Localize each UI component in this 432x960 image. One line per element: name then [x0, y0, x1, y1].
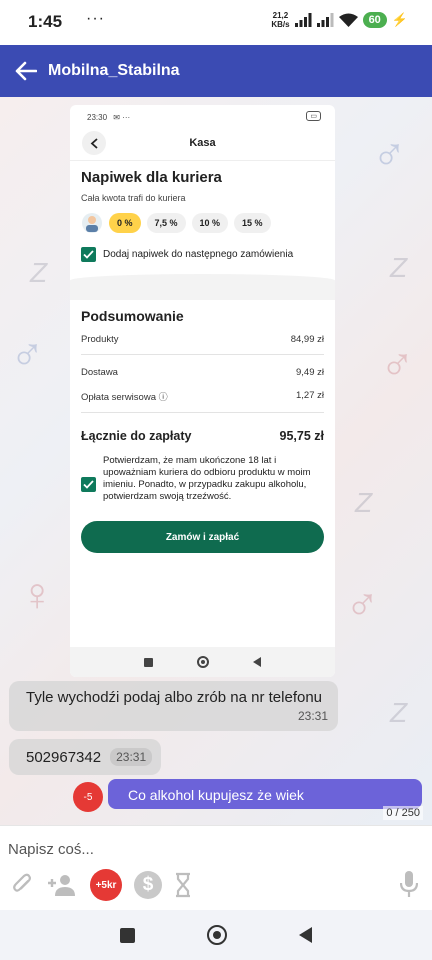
signal-icon — [294, 13, 312, 27]
order-summary: Podsumowanie Produkty 84,99 zł Dostawa 9,4… — [70, 300, 335, 553]
message-input[interactable] — [8, 836, 388, 862]
age-confirm-checkbox: Potwierdzam, że mam ukończone 18 lat i u… — [81, 451, 324, 503]
image-attachment[interactable]: 23:30 ✉ ··· ▭ Kasa Napiwek dla kuriera C… — [70, 105, 335, 677]
system-nav-bar — [0, 910, 432, 960]
order-and-pay-button: Zamów i zapłać — [81, 521, 324, 553]
age-confirm-text: Potwierdzam, że mam ukończone 18 lat i u… — [103, 455, 311, 502]
charging-icon: ⚡ — [391, 12, 408, 27]
tip-chip: 10 % — [191, 213, 229, 233]
add-coins-button[interactable]: +5kr — [90, 869, 122, 901]
shot-title: Kasa — [189, 137, 216, 149]
summary-row-service-fee: Opłata serwisowa ⓘ 1,27 zł — [81, 387, 324, 413]
recents-icon — [144, 657, 153, 667]
message-text: 502967342 — [26, 748, 102, 766]
message-bubble[interactable]: 502967342 23:31 — [9, 739, 161, 775]
checkbox-checked-icon — [81, 247, 96, 262]
courier-avatar-icon — [82, 213, 102, 233]
message-time: 23:31 — [110, 748, 153, 766]
sent-message-bubble[interactable]: Co alkohol kupujesz że wiek — [108, 779, 422, 809]
info-icon: ⓘ — [158, 392, 168, 402]
female-symbol-icon: ♀ — [20, 568, 55, 620]
shot-nav-bar — [70, 647, 335, 677]
back-arrow-icon[interactable] — [4, 45, 48, 97]
summary-row-delivery: Dostawa 9,49 zł — [81, 367, 324, 378]
microphone-icon[interactable] — [399, 870, 419, 903]
tip-subtitle: Cała kwota trafi do kuriera — [81, 193, 186, 203]
message-bubble[interactable]: Tyle wychodźi podaj albo zrób na nr tele… — [9, 681, 338, 731]
summary-total: Łącznie do zapłaty 95,75 zł — [81, 429, 324, 443]
male-symbol-icon: ♂ — [345, 578, 380, 630]
signal-icon — [316, 13, 334, 27]
message-time: 23:31 — [297, 709, 328, 723]
hourglass-icon[interactable] — [174, 872, 192, 898]
status-notification-dots: ··· — [86, 10, 105, 27]
shot-battery-icon: ▭ — [306, 111, 321, 121]
back-button[interactable] — [299, 927, 312, 943]
decor-z: Z — [30, 257, 48, 288]
message-text: Tyle wychodźi podaj albo zrób na nr tele… — [26, 689, 323, 706]
tip-options: 0 % 7,5 % 10 % 15 % — [70, 203, 335, 234]
points-badge: -5 — [73, 782, 103, 812]
status-bar: 1:45 ··· 21,2 KB/s 60 ⚡ — [0, 0, 432, 45]
app-bar: Mobilna_Stabilna — [0, 45, 432, 97]
decor-z: Z — [355, 487, 373, 518]
summary-title: Podsumowanie — [81, 308, 184, 324]
home-button[interactable] — [207, 925, 227, 945]
checkbox-checked-icon — [81, 477, 96, 492]
add-tip-checkbox: Dodaj napiwek do następnego zamówienia — [70, 234, 335, 262]
male-symbol-icon: ♂ — [372, 128, 407, 180]
decor-z: Z — [390, 252, 408, 283]
wifi-icon — [338, 13, 358, 27]
back-icon — [253, 657, 261, 667]
home-icon — [197, 656, 209, 668]
tip-chip: 15 % — [234, 213, 271, 233]
network-speed: 21,2 KB/s — [271, 11, 290, 29]
add-tip-label: Dodaj napiwek do następnego zamówienia — [103, 249, 294, 260]
shot-status-bar: 23:30 ✉ ··· ▭ — [70, 105, 335, 127]
attach-icon[interactable] — [12, 873, 34, 897]
message-composer: +5kr $ — [0, 825, 432, 910]
tip-chip: 7,5 % — [146, 213, 186, 233]
recents-button[interactable] — [120, 927, 135, 943]
male-symbol-icon: ♂ — [380, 338, 415, 390]
tip-title: Napiwek dla kuriera — [81, 169, 222, 186]
status-time: 1:45 — [28, 12, 63, 31]
tip-chip: 0 % — [109, 213, 141, 233]
chat-area[interactable]: ♂ ♂ ♂ ♂ ♀ Z Z Z Z 23:30 ✉ ··· ▭ Kasa Nap… — [0, 97, 432, 825]
message-text: Co alkohol kupujesz że wiek — [128, 787, 304, 803]
male-symbol-icon: ♂ — [10, 328, 45, 380]
add-person-icon[interactable] — [46, 873, 78, 897]
chat-title[interactable]: Mobilna_Stabilna — [48, 62, 180, 80]
section-divider — [70, 274, 335, 300]
summary-row-products: Produkty 84,99 zł — [81, 324, 324, 355]
battery-indicator: 60 — [362, 12, 387, 28]
decor-z: Z — [390, 697, 408, 728]
shot-header: Kasa — [70, 127, 335, 161]
coin-icon[interactable]: $ — [134, 871, 162, 899]
char-counter: 0 / 250 — [383, 806, 423, 820]
